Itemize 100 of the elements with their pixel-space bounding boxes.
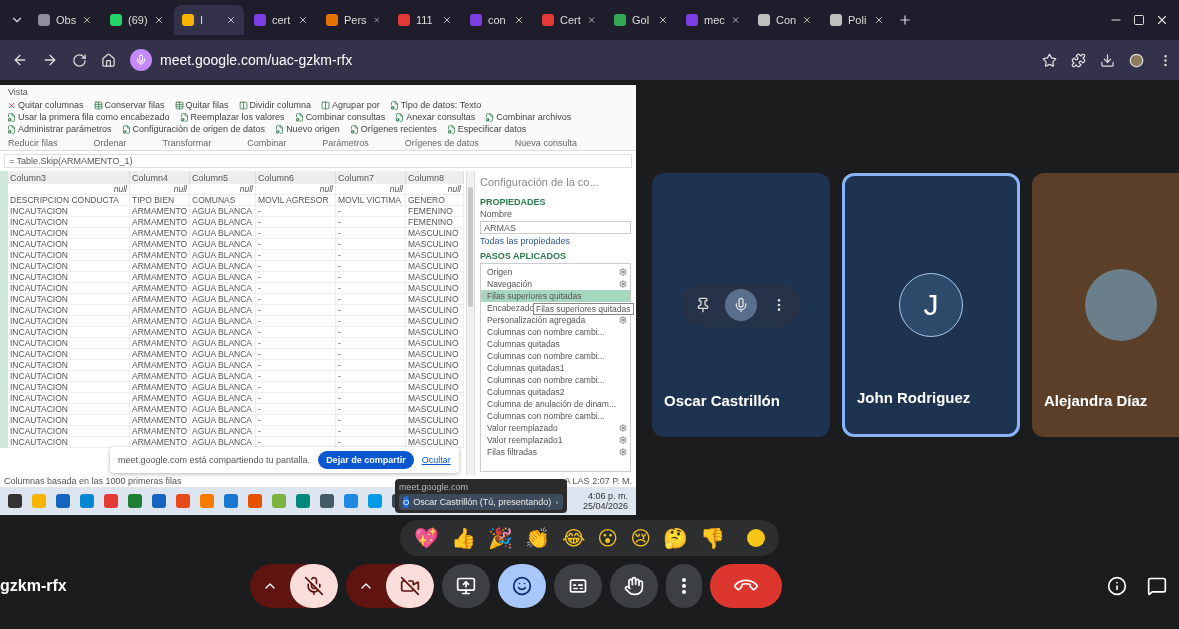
raise-hand-button[interactable] bbox=[610, 564, 658, 608]
close-icon[interactable] bbox=[298, 15, 308, 25]
settings-icon[interactable] bbox=[619, 424, 627, 432]
ribbon-button[interactable]: Quitar filas bbox=[173, 99, 230, 111]
applied-step[interactable]: Filas superiores quitadas bbox=[481, 290, 630, 302]
settings-icon[interactable] bbox=[619, 436, 627, 444]
browser-tab[interactable]: (69) bbox=[102, 5, 172, 35]
hide-link[interactable]: Ocultar bbox=[421, 455, 451, 465]
ribbon-button[interactable]: Nuevo origen bbox=[274, 123, 341, 135]
present-screen-button[interactable] bbox=[442, 564, 490, 608]
browser-tab[interactable]: Con bbox=[750, 5, 820, 35]
applied-step[interactable]: Origen bbox=[481, 266, 630, 278]
applied-step[interactable]: Columnas quitadas1 bbox=[481, 362, 630, 374]
column-header[interactable]: Column6 bbox=[256, 171, 336, 184]
ribbon-button[interactable]: Configuración de origen de datos bbox=[120, 123, 267, 135]
applied-step[interactable]: Columnas quitadas2 bbox=[481, 386, 630, 398]
column-header[interactable]: Column5 bbox=[190, 171, 256, 184]
more-options-button[interactable] bbox=[666, 564, 702, 608]
ribbon-button[interactable]: Administrar parámetros bbox=[6, 123, 113, 135]
window-preview-item[interactable]: O Oscar Castrillón (Tú, presentando) bbox=[399, 494, 563, 510]
scrollbar-thumb[interactable] bbox=[468, 187, 473, 307]
column-header[interactable]: Column7 bbox=[336, 171, 406, 184]
applied-step[interactable]: Columnas con nombre cambi... bbox=[481, 374, 630, 386]
close-icon[interactable] bbox=[730, 15, 740, 25]
close-icon[interactable] bbox=[658, 15, 668, 25]
reaction-button[interactable]: 👎 bbox=[700, 526, 726, 550]
browser-tab[interactable]: cert bbox=[246, 5, 316, 35]
ribbon-button[interactable]: Tipo de datos: Texto bbox=[388, 99, 483, 111]
skin-tone-button[interactable] bbox=[747, 529, 766, 547]
close-icon[interactable] bbox=[586, 15, 596, 25]
pin-icon[interactable] bbox=[695, 297, 711, 313]
reaction-button[interactable]: 💖 bbox=[413, 526, 439, 550]
reactions-button[interactable] bbox=[498, 564, 546, 608]
reaction-button[interactable]: 🤔 bbox=[663, 526, 689, 550]
app-icon[interactable] bbox=[8, 494, 22, 508]
applied-step[interactable]: Columnas con nombre cambi... bbox=[481, 410, 630, 422]
participant-tile[interactable]: Alejandra Díaz bbox=[1032, 173, 1179, 437]
browser-tab[interactable]: I bbox=[174, 5, 244, 35]
close-icon[interactable] bbox=[82, 15, 92, 25]
settings-icon[interactable] bbox=[619, 316, 627, 324]
applied-step[interactable]: Personalización agregada bbox=[481, 314, 630, 326]
browser-tab[interactable]: mec bbox=[678, 5, 748, 35]
close-icon[interactable] bbox=[154, 15, 164, 25]
reaction-button[interactable]: 😢 bbox=[630, 526, 652, 550]
ribbon-button[interactable]: Orígenes recientes bbox=[348, 123, 438, 135]
reaction-button[interactable]: 👏 bbox=[524, 526, 550, 550]
applied-step[interactable]: Valor reemplazado bbox=[481, 422, 630, 434]
ribbon-button[interactable]: Anexar consultas bbox=[394, 111, 477, 123]
ribbon-button[interactable]: Conservar filas bbox=[92, 99, 166, 111]
column-header[interactable]: Column8 bbox=[406, 171, 464, 184]
close-icon[interactable] bbox=[442, 15, 452, 25]
applied-step[interactable]: Columna de anulación de dinam... bbox=[481, 398, 630, 410]
reaction-button[interactable]: 🎉 bbox=[487, 526, 513, 550]
applied-step[interactable]: Navegación bbox=[481, 278, 630, 290]
close-icon[interactable] bbox=[372, 15, 380, 25]
info-icon[interactable] bbox=[1107, 576, 1127, 596]
browser-tab[interactable]: Gol bbox=[606, 5, 676, 35]
settings-icon[interactable] bbox=[619, 280, 627, 288]
microphone-button[interactable] bbox=[290, 564, 338, 608]
ribbon-button[interactable]: Especificar datos bbox=[445, 123, 528, 135]
stop-sharing-button[interactable]: Dejar de compartir bbox=[318, 451, 414, 469]
browser-tab[interactable]: con bbox=[462, 5, 532, 35]
properties-link[interactable]: Todas las propiedades bbox=[480, 236, 631, 246]
reaction-button[interactable]: 😮 bbox=[597, 526, 619, 550]
ribbon-button[interactable]: Dividir columna bbox=[237, 99, 313, 111]
camera-button[interactable] bbox=[386, 564, 434, 608]
mic-button[interactable] bbox=[725, 289, 757, 321]
browser-tab[interactable]: Pers bbox=[318, 5, 388, 35]
applied-step[interactable]: Valor reemplazado1 bbox=[481, 434, 630, 446]
ribbon-tab[interactable]: Vista bbox=[0, 85, 36, 99]
ribbon-button[interactable]: Quitar columnas bbox=[6, 99, 85, 111]
applied-step[interactable]: Columnas con nombre cambi... bbox=[481, 326, 630, 338]
close-icon[interactable] bbox=[514, 15, 524, 25]
formula-bar[interactable]: = Table.Skip(ARMAMENTO_1) bbox=[4, 154, 632, 168]
close-icon[interactable] bbox=[802, 15, 812, 25]
browser-tab[interactable]: Poli bbox=[822, 5, 892, 35]
reaction-button[interactable]: 😂 bbox=[561, 526, 586, 550]
name-field[interactable]: ARMAS bbox=[480, 221, 631, 234]
participant-tile[interactable]: Oscar Castrillón bbox=[652, 173, 830, 437]
column-header[interactable]: Column3 bbox=[8, 171, 130, 184]
applied-step[interactable]: Columnas quitadas bbox=[481, 338, 630, 350]
ribbon-button[interactable]: Combinar consultas bbox=[293, 111, 387, 123]
browser-tab[interactable]: Cert bbox=[534, 5, 604, 35]
applied-step[interactable]: Filas filtradas bbox=[481, 446, 630, 458]
ribbon-button[interactable]: Reemplazar los valores bbox=[178, 111, 286, 123]
ribbon-button[interactable]: Agrupar por bbox=[320, 99, 381, 111]
reaction-button[interactable]: 👍 bbox=[450, 526, 476, 550]
participant-tile[interactable]: J John Rodriguez bbox=[842, 173, 1020, 437]
close-icon[interactable] bbox=[226, 15, 236, 25]
column-header[interactable]: Column4 bbox=[130, 171, 190, 184]
ribbon-button[interactable]: Combinar archivos bbox=[484, 111, 573, 123]
ribbon-button[interactable]: Usar la primera fila como encabezado bbox=[6, 111, 171, 123]
close-icon[interactable] bbox=[874, 15, 884, 25]
settings-icon[interactable] bbox=[619, 448, 627, 456]
end-call-button[interactable] bbox=[710, 564, 782, 608]
browser-tab[interactable]: 111 bbox=[390, 5, 460, 35]
applied-step[interactable]: Columnas con nombre cambi... bbox=[481, 350, 630, 362]
chat-icon[interactable] bbox=[1147, 576, 1167, 596]
browser-tab[interactable]: Obs bbox=[30, 5, 100, 35]
settings-icon[interactable] bbox=[619, 268, 627, 276]
